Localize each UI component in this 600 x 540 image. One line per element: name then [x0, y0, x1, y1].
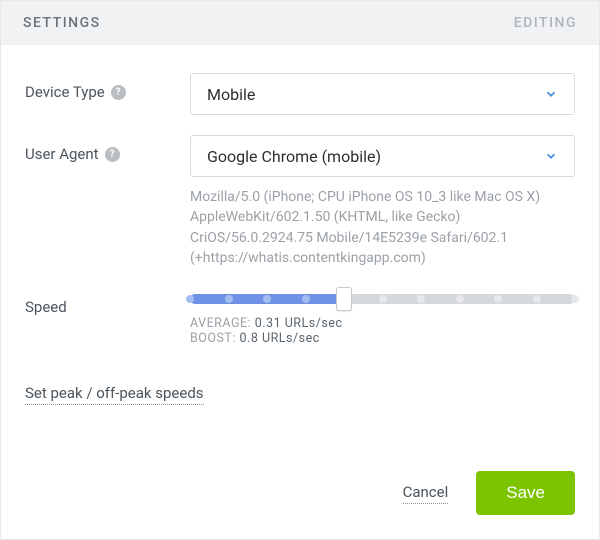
slider-tick	[533, 295, 541, 303]
slider-tick	[379, 295, 387, 303]
peak-link-row: Set peak / off-peak speeds	[25, 384, 575, 402]
panel-body: Device Type ? Mobile User Agent ? Go	[1, 45, 599, 539]
slider-tick	[456, 295, 464, 303]
speed-control: AVERAGE: 0.31 URLs/sec BOOST: 0.8 URLs/s…	[190, 288, 575, 346]
speed-avg-value: 0.31 URLs/sec	[255, 316, 343, 331]
user-agent-raw-string: Mozilla/5.0 (iPhone; CPU iPhone OS 10_3 …	[190, 187, 555, 268]
slider-tick	[494, 295, 502, 303]
speed-label-wrap: Speed	[25, 288, 190, 316]
user-agent-row: User Agent ? Google Chrome (mobile) Mozi…	[25, 135, 575, 268]
chevron-down-icon	[544, 149, 558, 163]
device-type-label: Device Type	[25, 83, 105, 101]
slider-tick	[417, 295, 425, 303]
speed-stats: AVERAGE: 0.31 URLs/sec BOOST: 0.8 URLs/s…	[190, 316, 575, 346]
panel-header: SETTINGS EDITING	[1, 1, 599, 45]
device-type-control: Mobile	[190, 73, 575, 115]
cancel-button[interactable]: Cancel	[403, 483, 449, 504]
device-type-select[interactable]: Mobile	[190, 73, 575, 115]
slider-thumb[interactable]	[336, 287, 352, 311]
device-type-label-wrap: Device Type ?	[25, 73, 190, 101]
help-icon[interactable]: ?	[105, 147, 120, 162]
panel-title: SETTINGS	[23, 15, 101, 31]
speed-slider[interactable]	[190, 288, 575, 304]
footer-actions: Cancel Save	[25, 471, 575, 515]
slider-tick	[186, 295, 194, 303]
peak-speeds-link[interactable]: Set peak / off-peak speeds	[25, 384, 204, 405]
slider-tick	[302, 295, 310, 303]
slider-tick	[571, 295, 579, 303]
panel-mode: EDITING	[514, 15, 577, 31]
slider-tick	[263, 295, 271, 303]
user-agent-control: Google Chrome (mobile) Mozilla/5.0 (iPho…	[190, 135, 575, 268]
user-agent-label-wrap: User Agent ?	[25, 135, 190, 163]
slider-track	[190, 294, 575, 304]
settings-panel: SETTINGS EDITING Device Type ? Mobile Us	[0, 0, 600, 540]
user-agent-select[interactable]: Google Chrome (mobile)	[190, 135, 575, 177]
save-button[interactable]: Save	[476, 471, 575, 515]
user-agent-label: User Agent	[25, 145, 99, 163]
user-agent-value: Google Chrome (mobile)	[207, 147, 381, 166]
device-type-row: Device Type ? Mobile	[25, 73, 575, 115]
help-icon[interactable]: ?	[111, 85, 126, 100]
device-type-value: Mobile	[207, 85, 255, 104]
speed-boost-value: 0.8 URLs/sec	[240, 331, 320, 346]
speed-boost-label: BOOST:	[190, 331, 236, 346]
speed-label: Speed	[25, 298, 67, 316]
speed-row: Speed AVERAGE: 0.31 URLs/sec	[25, 288, 575, 346]
chevron-down-icon	[544, 87, 558, 101]
speed-avg-label: AVERAGE:	[190, 316, 251, 331]
slider-tick	[225, 295, 233, 303]
